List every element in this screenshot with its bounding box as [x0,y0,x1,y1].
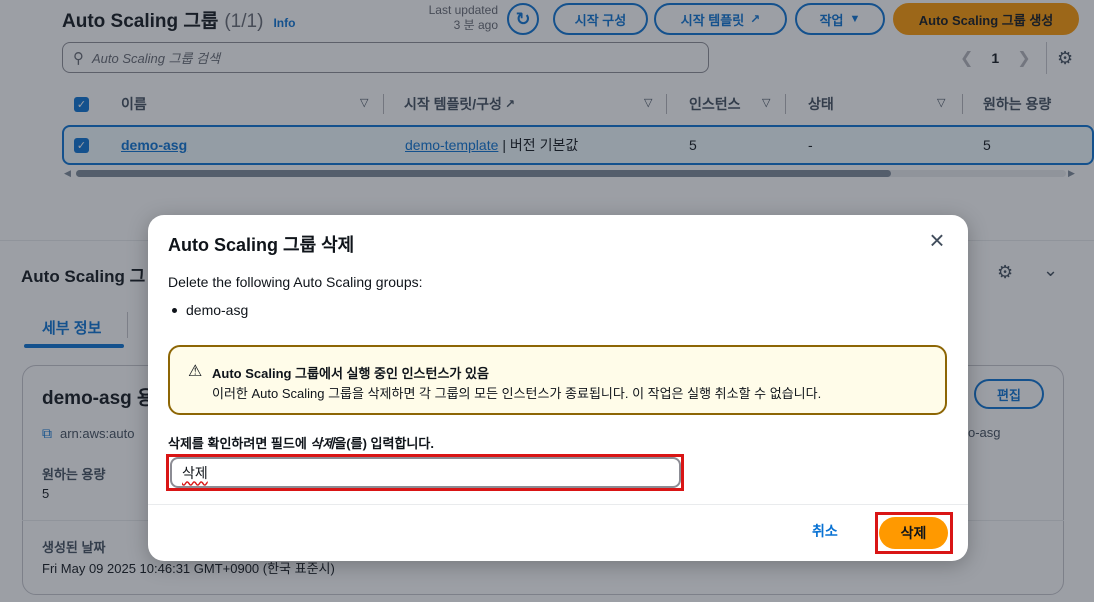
delete-button[interactable]: 삭제 [879,517,948,549]
confirm-suffix: 을(를) 입력합니다. [334,436,434,451]
confirm-keyword: 삭제 [310,436,335,451]
confirm-delete-input[interactable]: 삭제 [170,457,681,488]
modal-title: Auto Scaling 그룹 삭제 [168,235,355,255]
warning-text: 이러한 Auto Scaling 그룹을 삭제하면 각 그룹의 모든 인스턴스가… [212,386,822,401]
cancel-button[interactable]: 취소 [812,521,838,541]
warning-icon: ⚠ [188,363,203,380]
warning-alert: ⚠ Auto Scaling 그룹에서 실행 중인 인스턴스가 있음 이러한 A… [168,345,947,415]
bullet [172,307,177,313]
close-icon[interactable]: × [925,227,949,253]
delete-asg-modal: Auto Scaling 그룹 삭제 × Delete the followin… [148,215,968,561]
confirm-prefix: 삭제를 확인하려면 필드에 [168,436,311,451]
confirm-input-value: 삭제 [182,464,208,481]
confirm-label: 삭제를 확인하려면 필드에 삭제을(를) 입력합니다. [168,433,434,452]
modal-description: Delete the following Auto Scaling groups… [168,274,423,290]
warning-title: Auto Scaling 그룹에서 실행 중인 인스턴스가 있음 [212,366,489,381]
list-item: demo-asg [172,302,248,318]
asg-to-delete: demo-asg [186,302,249,318]
footer-divider [148,504,968,505]
